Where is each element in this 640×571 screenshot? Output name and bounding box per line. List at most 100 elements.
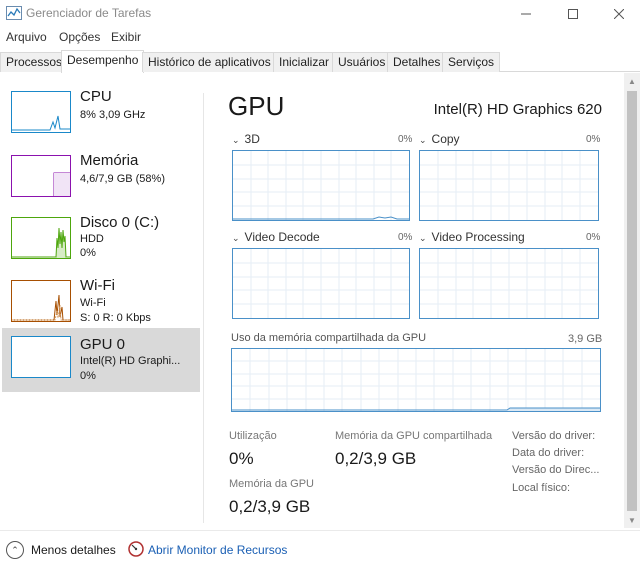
engine-graph-video-processing [419, 248, 599, 319]
directx-version-label: Versão do Direc... [512, 464, 600, 476]
chevron-up-icon[interactable]: ⌃ [6, 541, 24, 559]
graph-grid [232, 349, 600, 411]
sidebar-item-title: Disco 0 (C:) [80, 214, 160, 231]
close-button[interactable] [596, 0, 640, 28]
memory-thumbnail-graph [11, 155, 71, 197]
tab-detalhes[interactable]: Detalhes [387, 52, 447, 72]
engine-graph-video-decode [232, 248, 410, 319]
tab-desempenho[interactable]: Desempenho [61, 50, 145, 73]
tab-historico[interactable]: Histórico de aplicativos [142, 52, 277, 72]
sidebar-item-title: CPU [80, 88, 112, 105]
fewer-details-button[interactable]: Menos detalhes [31, 543, 116, 557]
footer-bar: ⌃ Menos detalhes Abrir Monitor de Recurs… [0, 530, 640, 571]
resource-monitor-icon [128, 541, 144, 557]
wifi-thumbnail-graph [11, 280, 71, 322]
wifi-thumbnail-line [12, 294, 70, 321]
sidebar-item-title: Memória [80, 152, 139, 169]
disk-thumbnail-line [12, 227, 70, 258]
scroll-down-icon[interactable]: ▼ [624, 512, 640, 528]
graph-grid [233, 249, 409, 318]
engine-percent: 0% [586, 134, 601, 145]
cpu-thumbnail-line [12, 115, 70, 131]
utilization-label: Utilização [229, 430, 277, 442]
tab-processos[interactable]: Processos [0, 52, 69, 72]
gpu-detail-panel: GPU Intel(R) HD Graphics 620 ⌄ 3D 0% ⌄ Cop… [204, 73, 624, 528]
menu-opcoes[interactable]: Opções [59, 30, 100, 44]
menu-arquivo[interactable]: Arquivo [6, 30, 47, 44]
menu-exibir[interactable]: Exibir [111, 30, 141, 44]
maximize-button[interactable] [550, 0, 596, 28]
engine-percent: 0% [398, 134, 413, 145]
sidebar-item-usage: 0% [80, 370, 96, 382]
sidebar-item-detail: 4,6/7,9 GB (58%) [80, 173, 165, 185]
shared-memory-max: 3,9 GB [568, 333, 603, 345]
scroll-thumb[interactable] [627, 91, 637, 511]
driver-version-label: Versão do driver: [512, 430, 596, 442]
minimize-button[interactable] [503, 0, 549, 28]
scroll-up-icon[interactable]: ▲ [624, 73, 640, 89]
engine-percent: 0% [586, 232, 601, 243]
tab-inicializar[interactable]: Inicializar [273, 52, 336, 72]
shared-gpu-memory-label: Memória da GPU compartilhada [335, 430, 493, 442]
shared-memory-label: Uso da memória compartilhada da GPU [231, 332, 427, 344]
vertical-scrollbar[interactable]: ▲ ▼ [624, 73, 640, 528]
engine-name: Copy [431, 132, 460, 146]
sidebar-item-title: GPU 0 [80, 336, 126, 353]
task-manager-icon [6, 6, 22, 20]
engine-graph-copy [419, 150, 599, 221]
engine-percent: 0% [398, 232, 413, 243]
memory-thumbnail-fill [53, 172, 70, 196]
window-title: Gerenciador de Tarefas [26, 6, 152, 20]
sidebar-item-throughput: S: 0 R: 0 Kbps [80, 312, 151, 324]
gpu-model-name: Intel(R) HD Graphics 620 [433, 101, 602, 118]
title-bar: Gerenciador de Tarefas [0, 0, 640, 28]
sidebar-item-gpu[interactable]: GPU 0 Intel(R) HD Graphi... 0% [2, 328, 200, 392]
engine-selector-copy[interactable]: ⌄ Copy [419, 132, 460, 146]
sidebar-item-memory[interactable]: Memória 4,6/7,9 GB (58%) [2, 147, 200, 211]
sidebar-item-detail: 8% 3,09 GHz [80, 109, 146, 121]
engine-name: 3D [244, 132, 260, 146]
tab-servicos[interactable]: Serviços [442, 52, 501, 72]
menu-bar: Arquivo Opções Exibir [0, 28, 640, 48]
sidebar-item-detail: Intel(R) HD Graphi... [80, 355, 181, 367]
gpu-thumbnail-graph [11, 336, 71, 378]
utilization-value: 0% [229, 449, 254, 468]
chevron-down-icon: ⌄ [419, 233, 427, 243]
resource-sidebar: CPU 8% 3,09 GHz Memória 4,6/7,9 GB (58%)… [0, 73, 203, 528]
engine-name: Video Processing [431, 230, 525, 244]
engine-name: Video Decode [244, 230, 320, 244]
close-icon [614, 9, 624, 19]
tab-bar: Processos Desempenho Histórico de aplica… [0, 50, 640, 73]
sidebar-item-detail: Wi-Fi [80, 297, 106, 309]
graph-grid [233, 151, 409, 220]
sidebar-item-disk[interactable]: Disco 0 (C:) HDD 0% [2, 209, 200, 273]
engine-selector-video-decode[interactable]: ⌄ Video Decode [232, 230, 320, 244]
sidebar-item-title: Wi-Fi [80, 277, 115, 294]
engine-graph-3d [232, 150, 410, 221]
performance-content: CPU 8% 3,09 GHz Memória 4,6/7,9 GB (58%)… [0, 73, 640, 528]
cpu-thumbnail-graph [11, 91, 71, 133]
tab-usuarios[interactable]: Usuários [332, 52, 392, 72]
sidebar-item-wifi[interactable]: Wi-Fi Wi-Fi S: 0 R: 0 Kbps [2, 272, 200, 336]
chevron-down-icon: ⌄ [232, 135, 240, 145]
shared-gpu-memory-value: 0,2/3,9 GB [335, 449, 417, 468]
minimize-icon [521, 13, 531, 15]
graph-grid [420, 151, 598, 220]
shared-memory-graph [231, 348, 601, 412]
sidebar-item-detail: HDD [80, 233, 104, 245]
gpu-memory-value: 0,2/3,9 GB [229, 497, 311, 516]
page-title: GPU [228, 91, 285, 121]
chevron-down-icon: ⌄ [232, 233, 240, 243]
driver-date-label: Data do driver: [512, 447, 585, 459]
chevron-down-icon: ⌄ [419, 135, 427, 145]
maximize-icon [568, 9, 578, 19]
physical-location-label: Local físico: [512, 482, 571, 494]
disk-thumbnail-graph [11, 217, 71, 259]
gpu-memory-label: Memória da GPU [229, 478, 314, 490]
sidebar-item-cpu[interactable]: CPU 8% 3,09 GHz [2, 83, 200, 147]
engine-selector-3d[interactable]: ⌄ 3D [232, 132, 260, 146]
sidebar-item-usage: 0% [80, 247, 96, 259]
open-resource-monitor-link[interactable]: Abrir Monitor de Recursos [148, 543, 287, 557]
engine-selector-video-processing[interactable]: ⌄ Video Processing [419, 230, 525, 244]
graph-grid [420, 249, 598, 318]
